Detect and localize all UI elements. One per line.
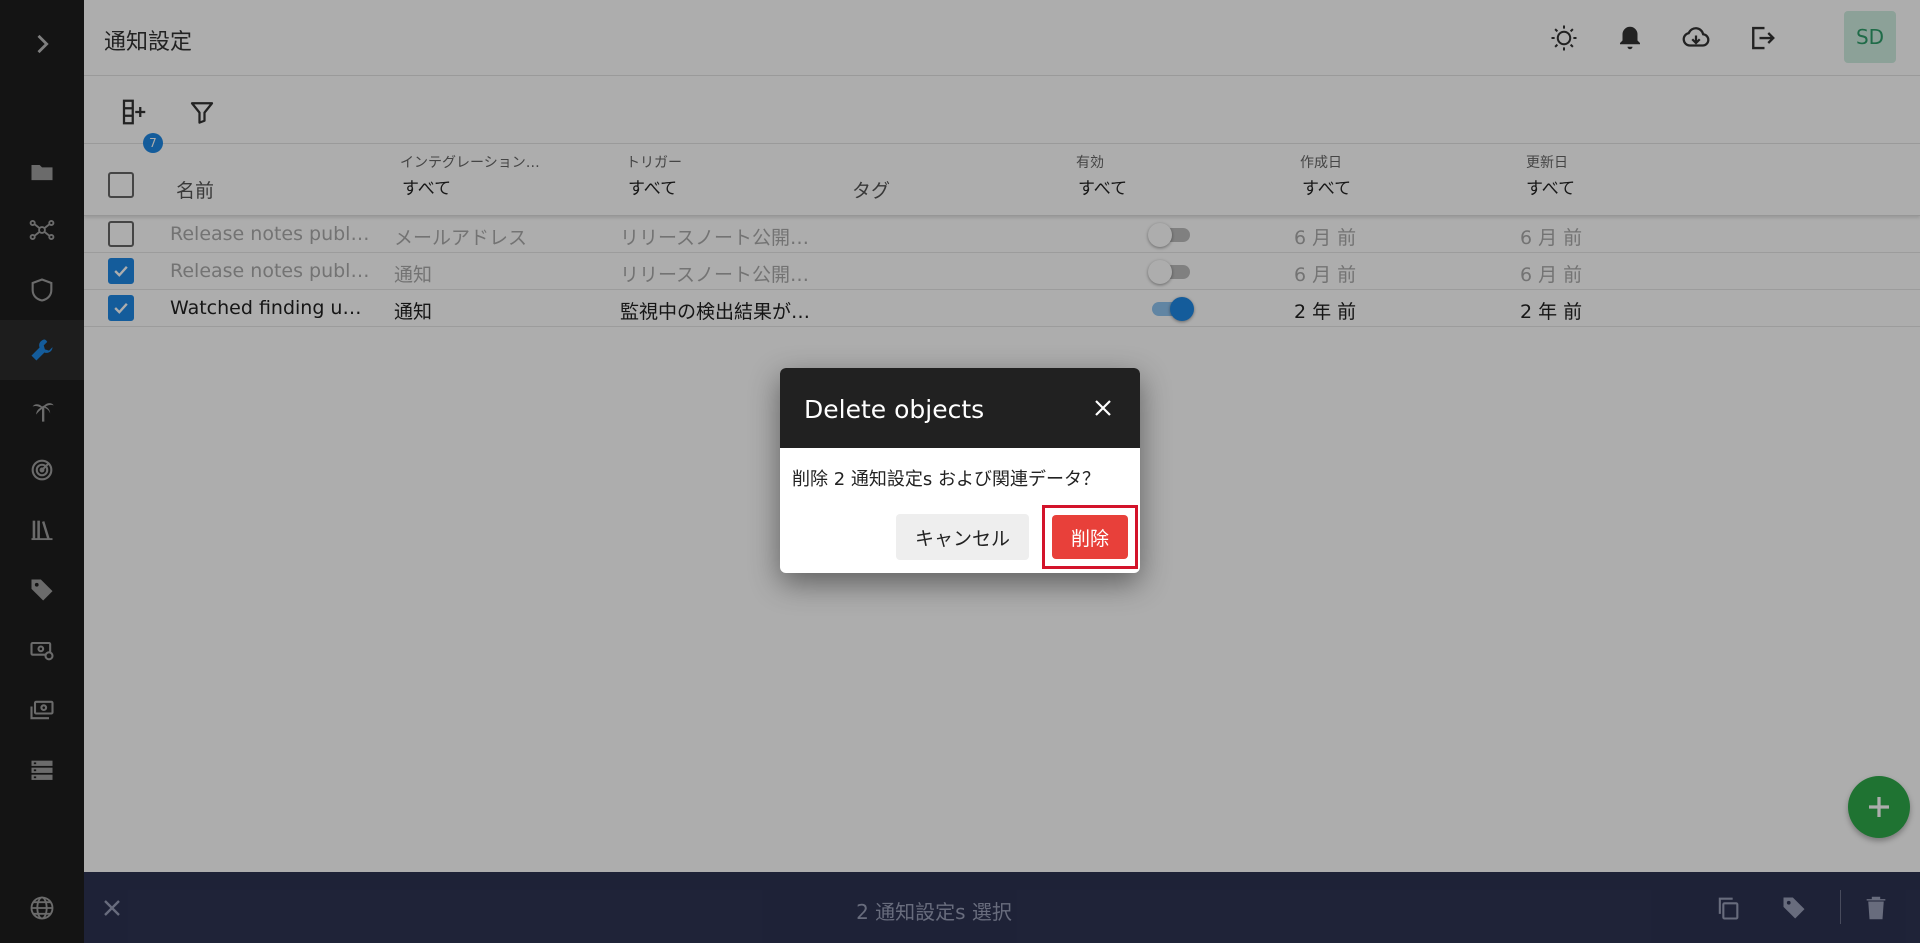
delete-dialog: Delete objects 削除 2 通知設定s および関連データ？ キャンセ… xyxy=(780,368,1140,573)
dialog-header: Delete objects xyxy=(780,368,1140,448)
dialog-close-button[interactable] xyxy=(1085,390,1121,426)
cancel-button[interactable]: キャンセル xyxy=(896,514,1029,560)
close-icon xyxy=(1095,400,1111,416)
confirm-delete-button[interactable]: 削除 xyxy=(1052,515,1128,559)
dialog-message: 削除 2 通知設定s および関連データ？ xyxy=(792,469,1100,490)
dialog-title: Delete objects xyxy=(804,395,985,424)
modal-backdrop-bottom[interactable] xyxy=(0,872,1920,943)
